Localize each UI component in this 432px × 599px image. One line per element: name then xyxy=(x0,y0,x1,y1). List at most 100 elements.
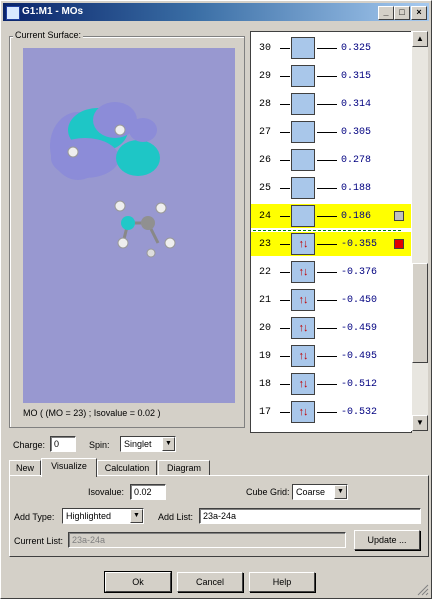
occupancy-arrows-icon: ↑↓ xyxy=(298,350,309,362)
mo-number: 27 xyxy=(259,127,272,138)
occupancy-arrows-icon xyxy=(292,122,314,142)
scroll-up-icon[interactable]: ▲ xyxy=(412,31,428,47)
level-connector xyxy=(317,104,337,105)
mo-energy: -0.376 xyxy=(341,267,378,278)
mo-energy: -0.459 xyxy=(341,323,378,334)
orbital-level-box xyxy=(291,65,315,87)
mo-dialog-window: G1:M1 - MOs _ □ × Current Surface: MO (… xyxy=(0,0,432,599)
mo-row[interactable]: 23 ↑↓ -0.355 xyxy=(251,232,411,256)
mo-row[interactable]: 17 ↑↓ -0.532 xyxy=(251,400,411,424)
minimize-icon[interactable]: _ xyxy=(378,6,394,20)
orbital-level-box: ↑↓ xyxy=(291,261,315,283)
level-connector xyxy=(317,188,337,189)
mo-energy: -0.495 xyxy=(341,351,378,362)
level-connector xyxy=(280,412,290,413)
mo-energy: -0.355 xyxy=(341,239,378,250)
occupancy-arrows-icon: ↑↓ xyxy=(298,294,309,306)
orbital-level-box: ↑↓ xyxy=(291,345,315,367)
surface-marker-icon[interactable] xyxy=(394,239,404,249)
level-connector xyxy=(317,244,337,245)
level-connector xyxy=(317,384,337,385)
cube-grid-label: Cube Grid: xyxy=(246,487,290,497)
level-connector xyxy=(317,328,337,329)
mo-row[interactable]: 18 ↑↓ -0.512 xyxy=(251,372,411,396)
mo-energy: 0.188 xyxy=(341,183,372,194)
orbital-lobe-negative xyxy=(129,118,157,142)
mo-row[interactable]: 25 0.188 xyxy=(251,176,411,200)
level-connector xyxy=(280,132,290,133)
orbital-level-box xyxy=(291,205,315,227)
surface-marker-icon[interactable] xyxy=(394,211,404,221)
occupancy-arrows-icon: ↑↓ xyxy=(298,322,309,334)
cube-grid-select[interactable]: Coarse ▼ xyxy=(292,484,348,500)
charge-field[interactable]: 0 xyxy=(50,436,76,452)
scroll-thumb[interactable] xyxy=(412,263,428,363)
add-list-field[interactable]: 23a-24a xyxy=(199,508,421,524)
orbital-level-box xyxy=(291,93,315,115)
charge-label: Charge: xyxy=(13,440,46,450)
level-connector xyxy=(317,48,337,49)
occupancy-arrows-icon xyxy=(292,206,314,226)
mo-row[interactable]: 20 ↑↓ -0.459 xyxy=(251,316,411,340)
occupancy-arrows-icon: ↑↓ xyxy=(298,266,309,278)
mo-row[interactable]: 24 0.186 xyxy=(251,204,411,228)
orbital-lobe-negative xyxy=(51,138,119,178)
mo-row[interactable]: 26 0.278 xyxy=(251,148,411,172)
current-list-label: Current List: xyxy=(14,536,64,546)
mo-energy: -0.512 xyxy=(341,379,378,390)
mo-list-scrollbar[interactable]: ▲ ▼ xyxy=(411,31,428,431)
mo-energy: 0.314 xyxy=(341,99,372,110)
mo-number: 18 xyxy=(259,379,272,390)
mo-number: 20 xyxy=(259,323,272,334)
mo-row[interactable]: 27 0.305 xyxy=(251,120,411,144)
mo-energy-list[interactable]: 30 0.325 29 0.315 28 0.314 27 0.305 26 0.278 25 0.1… xyxy=(250,31,412,433)
mo-energy: -0.450 xyxy=(341,295,378,306)
chevron-down-icon[interactable]: ▼ xyxy=(162,437,175,451)
orbital-level-box: ↑↓ xyxy=(291,289,315,311)
orbital-level-box xyxy=(291,177,315,199)
cube-grid-value: Coarse xyxy=(296,487,326,497)
occupancy-arrows-icon xyxy=(292,94,314,114)
chevron-down-icon[interactable]: ▼ xyxy=(130,509,143,523)
resize-grip-icon[interactable] xyxy=(417,584,429,596)
level-connector xyxy=(280,104,290,105)
maximize-icon[interactable]: □ xyxy=(394,6,410,20)
level-connector xyxy=(317,300,337,301)
mo-number: 29 xyxy=(259,71,272,82)
title-bar[interactable]: G1:M1 - MOs _ □ × xyxy=(3,3,429,21)
add-type-select[interactable]: Highlighted ▼ xyxy=(62,508,144,524)
mo-row[interactable]: 22 ↑↓ -0.376 xyxy=(251,260,411,284)
surface-viewport[interactable] xyxy=(23,48,235,403)
cancel-button[interactable]: Cancel xyxy=(177,572,243,592)
chevron-down-icon[interactable]: ▼ xyxy=(334,485,347,499)
mo-row[interactable]: 30 0.325 xyxy=(251,36,411,60)
mo-number: 19 xyxy=(259,351,272,362)
orbital-level-box: ↑↓ xyxy=(291,373,315,395)
occupancy-arrows-icon: ↑↓ xyxy=(298,378,309,390)
mo-energy: 0.325 xyxy=(341,43,372,54)
tab-new[interactable]: New xyxy=(9,460,41,476)
mo-energy: 0.315 xyxy=(341,71,372,82)
mo-row[interactable]: 28 0.314 xyxy=(251,92,411,116)
orbital-level-box xyxy=(291,37,315,59)
homo-lumo-gap-line xyxy=(253,230,401,231)
tab-visualize[interactable]: Visualize xyxy=(41,458,97,477)
help-button[interactable]: Help xyxy=(249,572,315,592)
level-connector xyxy=(317,272,337,273)
mo-row[interactable]: 19 ↑↓ -0.495 xyxy=(251,344,411,368)
isovalue-field[interactable]: 0.02 xyxy=(130,484,166,500)
tab-calculation[interactable]: Calculation xyxy=(97,460,157,476)
orbital-lobe-positive xyxy=(116,140,160,176)
orbital-level-box: ↑↓ xyxy=(291,317,315,339)
tab-diagram[interactable]: Diagram xyxy=(158,460,210,476)
scroll-down-icon[interactable]: ▼ xyxy=(412,415,428,431)
mo-row[interactable]: 29 0.315 xyxy=(251,64,411,88)
occupancy-arrows-icon xyxy=(292,66,314,86)
close-icon[interactable]: × xyxy=(411,6,427,20)
mo-energy: -0.532 xyxy=(341,407,378,418)
orbital-level-box: ↑↓ xyxy=(291,401,315,423)
spin-select[interactable]: Singlet ▼ xyxy=(120,436,176,452)
update-button[interactable]: Update ... xyxy=(354,530,420,550)
mo-row[interactable]: 21 ↑↓ -0.450 xyxy=(251,288,411,312)
ok-button[interactable]: Ok xyxy=(104,571,172,593)
